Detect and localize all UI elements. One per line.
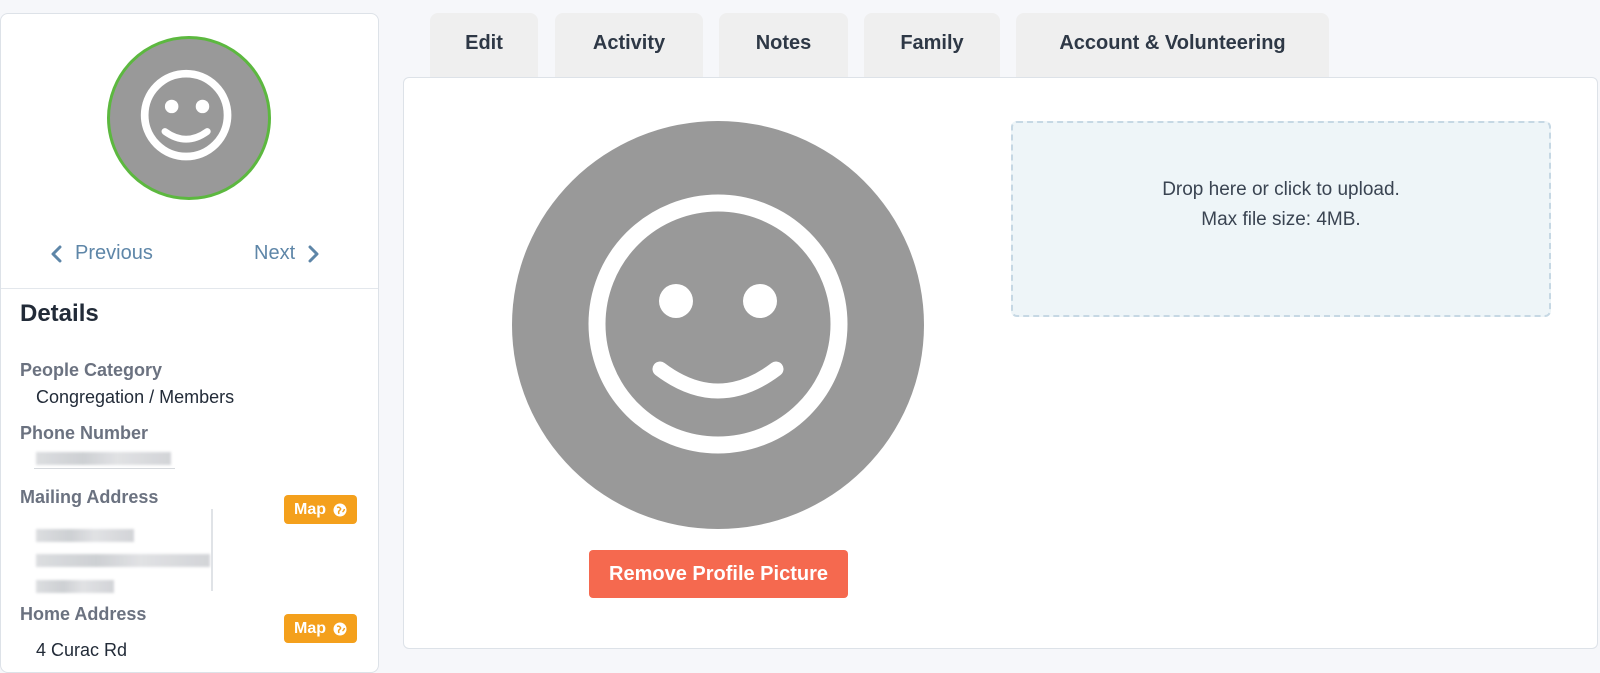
next-label: Next xyxy=(254,242,296,264)
sidebar-divider xyxy=(1,288,378,289)
tab-account-volunteering[interactable]: Account & Volunteering xyxy=(1016,13,1329,77)
chevron-right-icon xyxy=(308,245,319,262)
mailing-address-line-2-redacted xyxy=(36,554,210,567)
dropzone-size-limit: Max file size: 4MB. xyxy=(1201,209,1361,230)
map-button-label: Map xyxy=(294,619,326,637)
tab-label: Edit xyxy=(465,31,503,54)
mailing-address-line-3-redacted xyxy=(36,580,114,593)
upload-dropzone[interactable]: Drop here or click to upload. Max file s… xyxy=(1011,121,1551,317)
details-heading: Details xyxy=(20,300,99,327)
profile-avatar xyxy=(107,36,271,200)
next-link[interactable]: Next xyxy=(254,242,321,265)
tab-family[interactable]: Family xyxy=(864,13,1000,77)
record-pager: Previous Next xyxy=(1,242,378,272)
people-category-label: People Category xyxy=(20,360,163,380)
phone-number-label: Phone Number xyxy=(20,423,149,443)
home-address-map-button[interactable]: Map xyxy=(284,614,357,643)
globe-icon xyxy=(333,622,347,635)
remove-profile-picture-button[interactable]: Remove Profile Picture xyxy=(589,550,848,598)
smiley-face-icon xyxy=(588,194,848,454)
profile-picture-preview xyxy=(512,121,924,529)
previous-link[interactable]: Previous xyxy=(49,242,153,265)
tab-activity[interactable]: Activity xyxy=(555,13,703,77)
tab-notes[interactable]: Notes xyxy=(719,13,848,77)
map-button-label: Map xyxy=(294,500,326,518)
chevron-left-icon xyxy=(51,245,62,262)
mailing-address-rule xyxy=(211,509,213,591)
phone-number-underline xyxy=(34,468,175,469)
tab-label: Notes xyxy=(755,31,812,54)
home-address-value: 4 Curac Rd xyxy=(36,640,128,660)
tab-label: Activity xyxy=(592,31,666,54)
people-category-value: Congregation / Members xyxy=(36,387,235,407)
tab-label: Family xyxy=(900,31,964,54)
phone-number-redacted xyxy=(36,452,171,465)
mailing-address-label: Mailing Address xyxy=(20,487,159,507)
remove-button-label: Remove Profile Picture xyxy=(609,562,828,585)
home-address-label: Home Address xyxy=(20,604,147,624)
profile-picture-panel: Remove Profile Picture Drop here or clic… xyxy=(403,77,1598,649)
profile-sidebar: Previous Next xyxy=(0,13,379,673)
globe-icon xyxy=(333,503,347,516)
tab-label: Account & Volunteering xyxy=(1059,31,1286,54)
mailing-address-line-1-redacted xyxy=(36,529,134,542)
dropzone-instruction: Drop here or click to upload. xyxy=(1162,179,1400,200)
previous-label: Previous xyxy=(75,242,153,264)
smiley-face-icon xyxy=(140,69,232,161)
mailing-address-map-button[interactable]: Map xyxy=(284,495,357,524)
tab-edit[interactable]: Edit xyxy=(430,13,538,77)
